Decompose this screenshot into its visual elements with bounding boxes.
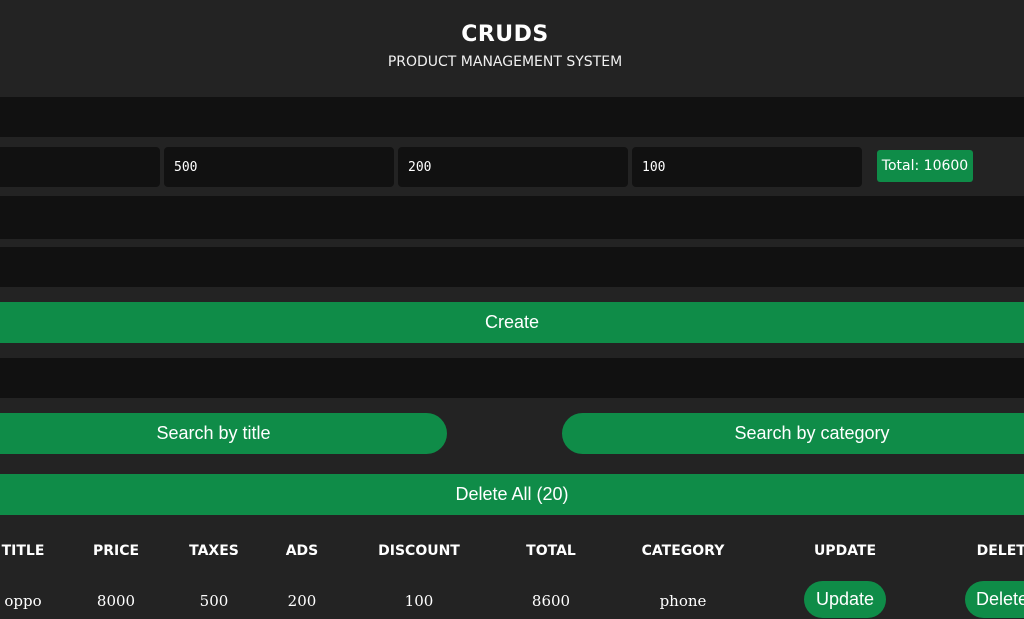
cell-price: 8000 xyxy=(96,592,136,610)
total-badge: Total: 10600 xyxy=(877,150,973,182)
create-button[interactable]: Create xyxy=(0,302,1024,343)
column-header-delete: DELETE xyxy=(976,543,1024,559)
ads-input[interactable] xyxy=(398,147,628,187)
column-header-category: CATEGORY xyxy=(641,543,725,559)
category-input[interactable] xyxy=(0,247,1024,287)
page: CRUDS PRODUCT MANAGEMENT SYSTEM Total: 1… xyxy=(0,0,1024,619)
header: CRUDS PRODUCT MANAGEMENT SYSTEM xyxy=(0,0,1024,97)
delete-all-button[interactable]: Delete All (20) xyxy=(0,474,1024,515)
column-header-total: TOTAL xyxy=(526,543,576,559)
cell-category: phone xyxy=(659,592,707,610)
search-by-title-button[interactable]: Search by title xyxy=(0,413,447,454)
column-header-ads: ADS xyxy=(285,543,319,559)
price-input[interactable] xyxy=(0,147,160,187)
app-subtitle: PRODUCT MANAGEMENT SYSTEM xyxy=(387,54,623,70)
search-input[interactable] xyxy=(0,358,1024,398)
column-header-title: TITLE xyxy=(1,543,45,559)
cell-ads: 200 xyxy=(287,592,317,610)
cell-total: 8600 xyxy=(531,592,571,610)
count-input[interactable] xyxy=(0,196,1024,239)
column-header-price: PRICE xyxy=(92,543,140,559)
discount-input[interactable] xyxy=(632,147,862,187)
delete-button[interactable]: Delete xyxy=(965,581,1024,618)
search-by-category-button[interactable]: Search by category xyxy=(562,413,1024,454)
title-input[interactable] xyxy=(0,97,1024,137)
cell-title: oppo xyxy=(4,592,42,610)
column-header-taxes: TAXES xyxy=(189,543,239,559)
cell-discount: 100 xyxy=(404,592,434,610)
update-button[interactable]: Update xyxy=(804,581,886,618)
cell-taxes: 500 xyxy=(199,592,229,610)
column-header-discount: DISCOUNT xyxy=(378,543,460,559)
column-header-update: UPDATE xyxy=(813,543,877,559)
app-title: CRUDS xyxy=(461,22,549,47)
taxes-input[interactable] xyxy=(164,147,394,187)
